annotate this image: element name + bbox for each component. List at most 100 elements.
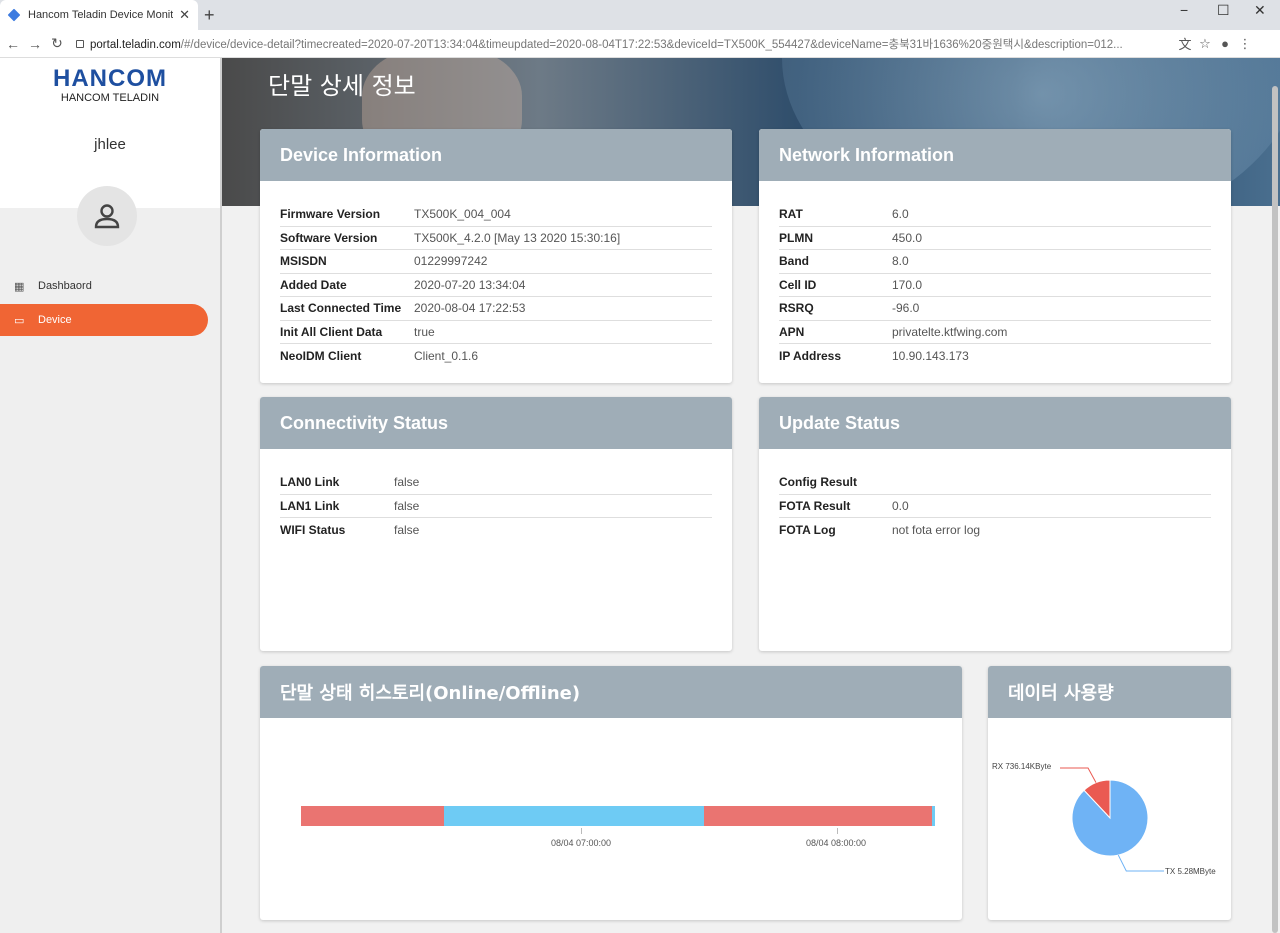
new-tab-button[interactable]: + (204, 5, 215, 25)
info-key: IP Address (779, 348, 842, 363)
info-row: NeoIDM Client Client_0.1.6 (280, 344, 712, 368)
status-history-card: 단말 상태 히스토리(Online/Offline) 08/04 07:00:0… (260, 666, 962, 920)
translate-icon[interactable]: 文 (1175, 34, 1195, 53)
info-key: Software Version (280, 230, 378, 245)
dashboard-icon: ▦ (14, 280, 25, 293)
info-row: APN privatelte.ktfwing.com (779, 321, 1211, 344)
url-field[interactable]: portal.teladin.com/#/device/device-detai… (90, 36, 1175, 52)
browser-tabbar: Hancom Teladin Device Monitor ✕ + − ☐ ✕ (0, 0, 1280, 30)
profile-icon[interactable]: ● (1215, 36, 1235, 51)
close-window-button[interactable]: ✕ (1254, 2, 1266, 19)
connectivity-status-card: Connectivity Status LAN0 Link false LAN1 … (260, 397, 732, 651)
info-key: FOTA Log (779, 522, 836, 537)
info-value: TX500K_4.2.0 [May 13 2020 15:30:16] (414, 230, 621, 245)
minimize-button[interactable]: − (1180, 2, 1188, 18)
card-header: Device Information (260, 129, 732, 181)
sidebar-item-dashboard[interactable]: ▦ Dashbaord (0, 270, 220, 302)
browser-tab[interactable]: Hancom Teladin Device Monitor ✕ (0, 0, 198, 30)
info-value: 2020-07-20 13:34:04 (414, 277, 526, 292)
info-value: 01229997242 (414, 254, 488, 269)
info-value: TX500K_004_004 (414, 207, 511, 222)
info-key: Init All Client Data (280, 324, 383, 339)
card-header: Connectivity Status (260, 397, 732, 449)
axis-tick-label: 08/04 08:00:00 (806, 838, 867, 848)
tab-close-icon[interactable]: ✕ (179, 7, 190, 23)
pie-label-tx: TX 5.28MByte (1165, 867, 1216, 876)
page-title: 단말 상세 정보 (268, 72, 416, 100)
history-timeline-bar[interactable] (301, 806, 935, 826)
history-segment-offline[interactable] (301, 806, 444, 826)
info-value: Client_0.1.6 (414, 348, 479, 363)
info-key: Cell ID (779, 277, 817, 292)
device-information-card: Device Information Firmware Version TX500… (260, 129, 732, 383)
info-row: Software Version TX500K_4.2.0 [May 13 202… (280, 227, 712, 250)
info-row: RSRQ -96.0 (779, 297, 1211, 321)
update-status-card: Update Status Config Result FOTA Result 0… (759, 397, 1231, 651)
info-row: MSISDN 01229997242 (280, 250, 712, 274)
info-row: LAN1 Link false (280, 495, 712, 518)
info-key: WIFI Status (280, 522, 346, 537)
history-segment-online[interactable] (931, 806, 935, 826)
lock-icon[interactable] (76, 39, 84, 48)
logo-mark: HANCOM (53, 65, 167, 92)
info-value: -96.0 (892, 301, 920, 316)
card-header: 단말 상태 히스토리(Online/Offline) (260, 666, 962, 718)
info-key: Firmware Version (280, 207, 381, 222)
info-key: Config Result (779, 475, 857, 490)
address-bar: ← → ↻ portal.teladin.com/#/device/device… (0, 30, 1280, 58)
hancom-logo[interactable]: HANCOM HANCOM TELADIN (50, 65, 170, 105)
card-header: Network Information (759, 129, 1231, 181)
info-key: APN (779, 324, 805, 339)
info-row: Init All Client Data true (280, 321, 712, 344)
username: jhlee (94, 136, 126, 153)
info-key: RSRQ (779, 301, 814, 316)
sidebar-item-device[interactable]: ▭ Device (0, 304, 208, 336)
sidebar-item-label: Device (38, 314, 72, 326)
info-value: not fota error log (892, 522, 981, 537)
info-key: Last Connected Time (280, 301, 402, 316)
info-row: Last Connected Time 2020-08-04 17:22:53 (280, 297, 712, 321)
info-row: Config Result (779, 471, 1211, 495)
network-information-card: Network Information RAT 6.0 PLMN 450.0 Ban… (759, 129, 1231, 383)
scrollbar[interactable] (1272, 86, 1278, 933)
pie-leader-line-rx (1060, 767, 1097, 783)
info-value: 8.0 (892, 254, 909, 269)
axis-tick (837, 828, 838, 834)
info-key: NeoIDM Client (280, 348, 362, 363)
info-key: FOTA Result (779, 498, 851, 513)
info-key: Band (779, 254, 809, 269)
avatar[interactable] (77, 186, 137, 246)
info-value: false (394, 498, 420, 513)
info-row: WIFI Status false (280, 518, 712, 542)
reload-icon[interactable]: ↻ (48, 35, 66, 52)
info-value: 0.0 (892, 498, 909, 513)
bookmark-star-icon[interactable]: ☆ (1195, 36, 1215, 52)
info-key: LAN1 Link (280, 498, 340, 513)
data-usage-card: 데이터 사용량 RX 736.14KByte TX 5.28MByte (988, 666, 1231, 920)
info-value: 450.0 (892, 230, 923, 245)
maximize-button[interactable]: ☐ (1217, 2, 1230, 19)
info-row: PLMN 450.0 (779, 227, 1211, 250)
url-host: portal.teladin.com (90, 38, 181, 51)
history-segment-online[interactable] (443, 806, 704, 826)
info-value: 170.0 (892, 277, 923, 292)
info-value: false (394, 522, 420, 537)
info-value: true (414, 324, 435, 339)
user-icon (94, 204, 120, 229)
sidebar: HANCOM HANCOM TELADIN jhlee ▦ Dashbaord … (0, 58, 222, 933)
info-value: 2020-08-04 17:22:53 (414, 301, 526, 316)
info-row: FOTA Log not fota error log (779, 518, 1211, 542)
axis-tick (581, 828, 582, 834)
sidebar-item-label: Dashbaord (38, 280, 92, 292)
info-row: IP Address 10.90.143.173 (779, 344, 1211, 368)
data-usage-pie (1060, 767, 1164, 872)
history-segment-offline[interactable] (703, 806, 932, 826)
info-value: 6.0 (892, 207, 909, 222)
info-row: Cell ID 170.0 (779, 274, 1211, 297)
info-key: RAT (779, 207, 803, 222)
menu-kebab-icon[interactable]: ⋮ (1235, 36, 1255, 52)
tab-title: Hancom Teladin Device Monitor (28, 9, 174, 21)
pie-slice-tx[interactable] (1071, 779, 1149, 857)
forward-icon[interactable]: → (26, 36, 44, 52)
back-icon[interactable]: ← (4, 36, 22, 52)
